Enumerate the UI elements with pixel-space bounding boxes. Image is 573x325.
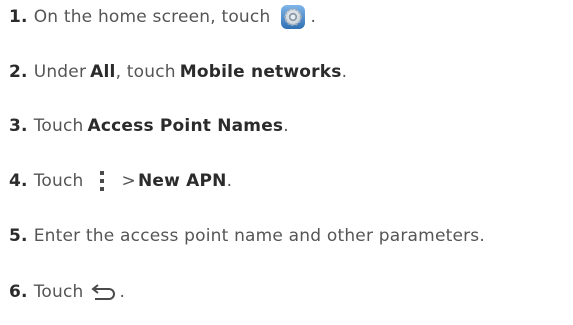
step-number: 3. (9, 116, 28, 136)
new-apn-label: New APN (137, 171, 227, 191)
step-text-end: . (226, 171, 233, 191)
step-2: 2. Under All , touch Mobile networks . (9, 57, 347, 87)
all-tab-label: All (90, 62, 116, 82)
step-5: 5. Enter the access point name and other… (9, 221, 485, 251)
step-text-end: . (283, 116, 289, 136)
settings-icon (280, 4, 306, 30)
step-number: 2. (9, 62, 28, 82)
step-text-end: . (310, 7, 317, 27)
step-number: 5. (9, 226, 28, 246)
step-6: 6. Touch . (9, 277, 125, 307)
access-point-names-label: Access Point Names (87, 116, 284, 136)
step-4: 4. Touch > New APN . (9, 166, 232, 196)
step-text: Enter the access point name and other pa… (33, 226, 485, 246)
menu-separator: > (121, 171, 136, 191)
step-text-end: . (341, 62, 348, 82)
instruction-steps: 1. On the home screen, touch . 2. Under … (0, 0, 573, 325)
mobile-networks-label: Mobile networks (179, 62, 342, 82)
step-text: Touch (33, 282, 84, 302)
step-text-end: . (119, 282, 126, 302)
step-number: 6. (9, 282, 28, 302)
step-3: 3. Touch Access Point Names . (9, 111, 289, 141)
step-number: 4. (9, 171, 28, 191)
step-text: Under (33, 62, 87, 82)
step-1: 1. On the home screen, touch . (9, 2, 316, 32)
overflow-menu-icon (97, 169, 107, 193)
step-text: Touch (33, 171, 84, 191)
step-text: Touch (33, 116, 84, 136)
step-text: , touch (115, 62, 176, 82)
back-icon (91, 283, 117, 301)
step-number: 1. (9, 7, 28, 27)
step-text: On the home screen, touch (33, 7, 271, 27)
